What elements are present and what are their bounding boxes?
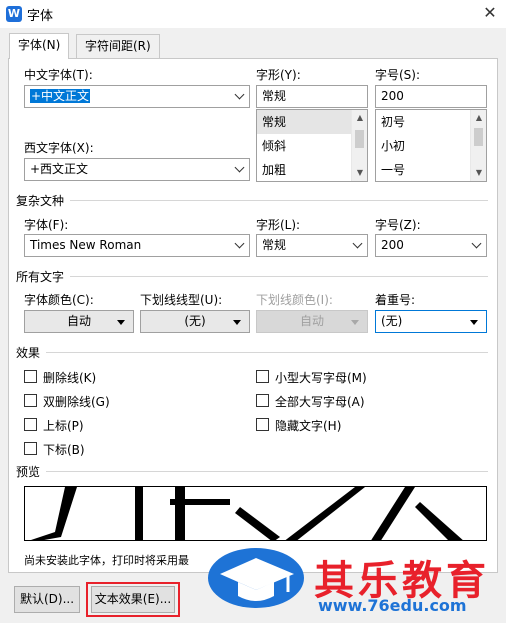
complex-size-value: 200 (381, 238, 404, 252)
size-list[interactable]: 初号 小初 一号 ▲ ▼ (375, 109, 487, 182)
size-label: 字号(S): (375, 68, 421, 82)
chevron-down-icon (234, 238, 245, 249)
scroll-up-icon[interactable]: ▲ (352, 111, 367, 125)
hidden-text-checkbox[interactable] (256, 418, 269, 431)
all-text-heading: 所有文字 (16, 270, 65, 284)
complex-script-heading: 复杂文种 (16, 194, 65, 208)
size-scrollbar[interactable]: ▲ ▼ (470, 110, 486, 181)
complex-style-label: 字形(L): (256, 218, 301, 232)
complex-font-combo[interactable]: Times New Roman (24, 234, 250, 257)
double-strikethrough-checkbox[interactable] (24, 394, 37, 407)
superscript-label: 上标(P) (43, 419, 84, 433)
dropdown-arrow-icon (117, 320, 125, 325)
close-icon[interactable]: ✕ (478, 2, 502, 24)
underline-style-label: 下划线线型(U): (140, 293, 223, 307)
preview-heading: 预览 (16, 465, 41, 479)
size-input[interactable]: 200 (375, 85, 487, 108)
style-label: 字形(Y): (256, 68, 301, 82)
emphasis-mark-dropdown[interactable]: (无) (375, 310, 487, 333)
preview-box (24, 486, 487, 541)
emphasis-mark-label: 着重号: (375, 293, 416, 307)
scroll-thumb[interactable] (474, 128, 483, 146)
effects-heading: 效果 (16, 346, 41, 360)
superscript-checkbox[interactable] (24, 418, 37, 431)
chinese-font-combo[interactable]: +中文正文 (24, 85, 250, 108)
subscript-checkbox[interactable] (24, 442, 37, 455)
preview-note: 尚未安装此字体，打印时将采用最 (24, 554, 189, 567)
chevron-down-icon (471, 238, 482, 249)
hidden-text-label: 隐藏文字(H) (275, 419, 342, 433)
strikethrough-label: 删除线(K) (43, 371, 97, 385)
preview-glyphs (31, 487, 463, 540)
window-title: 字体 (27, 9, 54, 24)
underline-color-dropdown: 自动 (256, 310, 368, 333)
complex-style-combo[interactable]: 常规 (256, 234, 368, 257)
small-caps-label: 小型大写字母(M) (275, 371, 367, 385)
chevron-down-icon (352, 238, 363, 249)
chinese-font-label: 中文字体(T): (24, 68, 93, 82)
subscript-label: 下标(B) (43, 443, 85, 457)
chinese-font-value: +中文正文 (30, 89, 91, 103)
underline-color-label: 下划线颜色(I): (256, 293, 333, 307)
text-effects-button[interactable]: 文本效果(E)... (91, 586, 175, 613)
strikethrough-checkbox[interactable] (24, 370, 37, 383)
dropdown-arrow-icon (470, 320, 478, 325)
title-bar (0, 0, 506, 28)
style-list[interactable]: 常规 倾斜 加粗 ▲ ▼ (256, 109, 368, 182)
western-font-value: +西文正文 (30, 162, 89, 176)
underline-style-dropdown[interactable]: (无) (140, 310, 250, 333)
style-input[interactable]: 常规 (256, 85, 368, 108)
font-color-dropdown[interactable]: 自动 (24, 310, 134, 333)
complex-size-combo[interactable]: 200 (375, 234, 487, 257)
tab-character-spacing[interactable]: 字符间距(R) (76, 34, 160, 58)
divider (70, 200, 488, 201)
chevron-down-icon (234, 89, 245, 100)
font-color-value: 自动 (66, 314, 91, 328)
complex-style-value: 常规 (262, 238, 287, 252)
chevron-down-icon (234, 162, 245, 173)
small-caps-checkbox[interactable] (256, 370, 269, 383)
divider (46, 352, 488, 353)
font-color-label: 字体颜色(C): (24, 293, 94, 307)
underline-color-value: 自动 (299, 314, 324, 328)
divider (70, 276, 488, 277)
scroll-down-icon[interactable]: ▼ (471, 166, 486, 180)
all-caps-label: 全部大写字母(A) (275, 395, 365, 409)
double-strikethrough-label: 双删除线(G) (43, 395, 110, 409)
complex-font-label: 字体(F): (24, 218, 69, 232)
emphasis-mark-value: (无) (381, 314, 403, 328)
default-button[interactable]: 默认(D)... (14, 586, 80, 613)
scroll-thumb[interactable] (355, 130, 364, 148)
style-scrollbar[interactable]: ▲ ▼ (351, 110, 367, 181)
divider (46, 471, 488, 472)
wps-app-icon: W (6, 6, 22, 22)
all-caps-checkbox[interactable] (256, 394, 269, 407)
western-font-combo[interactable]: +西文正文 (24, 158, 250, 181)
scroll-up-icon[interactable]: ▲ (471, 111, 486, 125)
western-font-label: 西文字体(X): (24, 141, 94, 155)
tab-font[interactable]: 字体(N) (9, 33, 70, 59)
dropdown-arrow-icon (233, 320, 241, 325)
scroll-down-icon[interactable]: ▼ (352, 166, 367, 180)
complex-size-label: 字号(Z): (375, 218, 421, 232)
watermark-url: www.76edu.com (318, 596, 467, 615)
dropdown-arrow-icon (351, 320, 359, 325)
complex-font-value: Times New Roman (30, 238, 142, 252)
underline-style-value: (无) (184, 314, 206, 328)
watermark: 其乐教育 www.76edu.com (206, 540, 506, 623)
